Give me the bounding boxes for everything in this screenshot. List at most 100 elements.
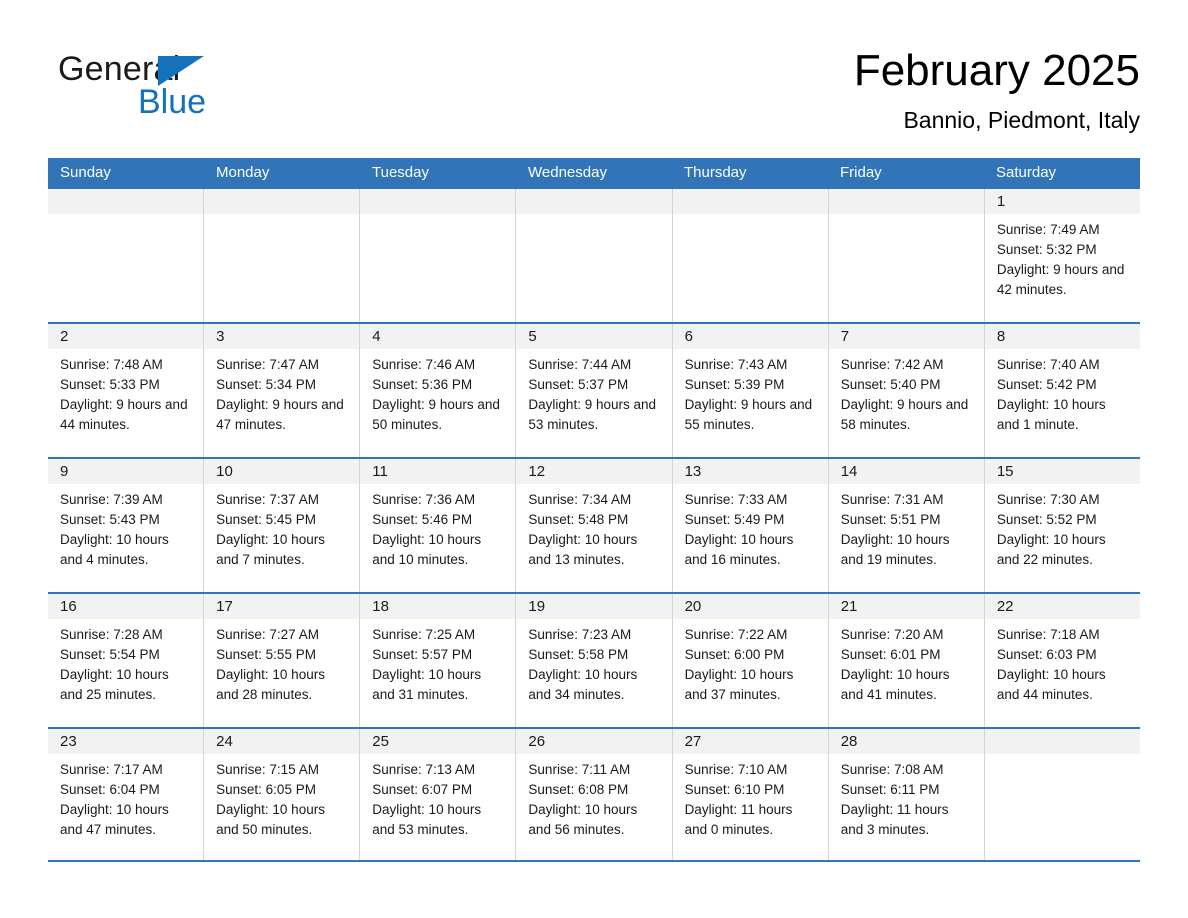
day-sun-info: Sunrise: 7:34 AM Sunset: 5:48 PM Daylight:… <box>516 484 671 570</box>
sunrise-text: Sunrise: 7:40 AM <box>996 357 1100 372</box>
daylight-text: Daylight: 10 hours and 1 minute. <box>996 397 1106 432</box>
day-sun-info: Sunrise: 7:36 AM Sunset: 5:46 PM Daylight:… <box>360 484 515 570</box>
calendar-day-cell[interactable]: 15 Sunrise: 7:30 AM Sunset: 5:52 PM Dayligh… <box>984 459 1140 592</box>
calendar-day-cell[interactable]: 25 Sunrise: 7:13 AM Sunset: 6:07 PM Dayligh… <box>360 729 517 860</box>
sunset-text: Sunset: 5:46 PM <box>372 512 473 527</box>
sunset-text: Sunset: 5:40 PM <box>840 377 941 392</box>
day-number-band <box>672 189 828 214</box>
calendar-day-cell[interactable]: 9 Sunrise: 7:39 AM Sunset: 5:43 PM Daylight… <box>48 459 205 592</box>
weekday-header-row: Sunday Monday Tuesday Wednesday Thursday… <box>48 158 1140 187</box>
day-number <box>673 193 685 210</box>
sunrise-text: Sunrise: 7:25 AM <box>372 627 476 642</box>
day-number-band: 28 <box>828 729 984 754</box>
day-sun-info: Sunrise: 7:23 AM Sunset: 5:58 PM Daylight:… <box>516 619 671 705</box>
sunset-text: Sunset: 5:57 PM <box>372 647 473 662</box>
calendar-day-cell[interactable]: 21 Sunrise: 7:20 AM Sunset: 6:01 PM Dayligh… <box>828 594 985 727</box>
calendar-day-cell[interactable]: 8 Sunrise: 7:40 AM Sunset: 5:42 PM Daylight… <box>984 324 1140 457</box>
sunrise-text: Sunrise: 7:18 AM <box>996 627 1100 642</box>
calendar-day-cell[interactable]: 14 Sunrise: 7:31 AM Sunset: 5:51 PM Dayligh… <box>828 459 985 592</box>
calendar-weeks: 1 Sunrise: 7:49 AM Sunset: 5:32 PM Daylight… <box>48 187 1140 862</box>
calendar-week-row: 16 Sunrise: 7:28 AM Sunset: 5:54 PM Dayligh… <box>48 592 1140 727</box>
day-number: 19 <box>528 598 546 615</box>
day-sun-info: Sunrise: 7:28 AM Sunset: 5:54 PM Daylight:… <box>48 619 203 705</box>
calendar-day-cell[interactable]: 2 Sunrise: 7:48 AM Sunset: 5:33 PM Daylight… <box>48 324 205 457</box>
day-number-band: 25 <box>360 729 516 754</box>
calendar-day-cell[interactable]: 20 Sunrise: 7:22 AM Sunset: 6:00 PM Dayligh… <box>672 594 829 727</box>
day-number-band: 22 <box>984 594 1140 619</box>
calendar-day-cell[interactable]: 7 Sunrise: 7:42 AM Sunset: 5:40 PM Daylight… <box>828 324 985 457</box>
daylight-text: Daylight: 10 hours and 25 minutes. <box>60 667 169 702</box>
sunrise-text: Sunrise: 7:44 AM <box>528 357 632 372</box>
daylight-text: Daylight: 10 hours and 53 minutes. <box>372 802 482 837</box>
day-number-band: 18 <box>360 594 516 619</box>
sunrise-text: Sunrise: 7:49 AM <box>996 222 1100 237</box>
daylight-text: Daylight: 9 hours and 58 minutes. <box>840 397 969 432</box>
day-number: 15 <box>996 463 1014 480</box>
day-number-band: 6 <box>672 324 828 349</box>
calendar-day-cell[interactable]: 22 Sunrise: 7:18 AM Sunset: 6:03 PM Dayligh… <box>984 594 1140 727</box>
weekday-header-wednesday: Wednesday <box>528 164 607 181</box>
calendar-page: General Blue February 2025 Bannio, Piedm… <box>0 0 1188 918</box>
calendar-day-cell[interactable]: 1 Sunrise: 7:49 AM Sunset: 5:32 PM Daylight… <box>984 189 1140 322</box>
day-number: 24 <box>216 733 233 750</box>
day-number: 22 <box>996 598 1014 615</box>
day-number-band: 21 <box>828 594 984 619</box>
daylight-text: Daylight: 10 hours and 41 minutes. <box>840 667 950 702</box>
calendar-day-cell[interactable]: 24 Sunrise: 7:15 AM Sunset: 6:05 PM Dayligh… <box>204 729 361 860</box>
day-number <box>204 193 216 210</box>
calendar-day-cell[interactable]: 23 Sunrise: 7:17 AM Sunset: 6:04 PM Dayligh… <box>48 729 205 860</box>
day-number: 9 <box>60 463 69 480</box>
calendar-week-row: 23 Sunrise: 7:17 AM Sunset: 6:04 PM Dayligh… <box>48 727 1140 862</box>
daylight-text: Daylight: 9 hours and 44 minutes. <box>60 397 188 432</box>
calendar-day-cell[interactable]: 13 Sunrise: 7:33 AM Sunset: 5:49 PM Dayligh… <box>672 459 829 592</box>
day-sun-info: Sunrise: 7:39 AM Sunset: 5:43 PM Daylight:… <box>48 484 203 570</box>
calendar-day-cell-empty <box>204 189 361 322</box>
calendar-day-cell[interactable]: 10 Sunrise: 7:37 AM Sunset: 5:45 PM Dayligh… <box>204 459 361 592</box>
calendar-day-cell[interactable]: 4 Sunrise: 7:46 AM Sunset: 5:36 PM Daylight… <box>360 324 517 457</box>
daylight-text: Daylight: 10 hours and 44 minutes. <box>996 667 1106 702</box>
calendar-day-cell[interactable]: 12 Sunrise: 7:34 AM Sunset: 5:48 PM Dayligh… <box>516 459 673 592</box>
sunset-text: Sunset: 5:55 PM <box>216 647 316 662</box>
calendar-day-cell[interactable]: 26 Sunrise: 7:11 AM Sunset: 6:08 PM Dayligh… <box>516 729 673 860</box>
day-number-band: 1 <box>984 189 1140 214</box>
day-sun-info: Sunrise: 7:08 AM Sunset: 6:11 PM Daylight:… <box>829 754 984 840</box>
daylight-text: Daylight: 9 hours and 42 minutes. <box>996 262 1125 297</box>
daylight-text: Daylight: 10 hours and 28 minutes. <box>216 667 325 702</box>
calendar-week-row: 2 Sunrise: 7:48 AM Sunset: 5:33 PM Daylight… <box>48 322 1140 457</box>
calendar-day-cell[interactable]: 17 Sunrise: 7:27 AM Sunset: 5:55 PM Dayligh… <box>204 594 361 727</box>
day-number-band <box>48 189 204 214</box>
day-sun-info: Sunrise: 7:44 AM Sunset: 5:37 PM Daylight:… <box>516 349 671 435</box>
sunrise-text: Sunrise: 7:36 AM <box>372 492 476 507</box>
daylight-text: Daylight: 9 hours and 55 minutes. <box>684 397 813 432</box>
calendar-day-cell[interactable]: 28 Sunrise: 7:08 AM Sunset: 6:11 PM Dayligh… <box>828 729 985 860</box>
sunrise-text: Sunrise: 7:10 AM <box>684 762 788 777</box>
calendar-day-cell[interactable]: 3 Sunrise: 7:47 AM Sunset: 5:34 PM Daylight… <box>204 324 361 457</box>
sunrise-text: Sunrise: 7:13 AM <box>372 762 476 777</box>
calendar-day-cell[interactable]: 5 Sunrise: 7:44 AM Sunset: 5:37 PM Daylight… <box>516 324 673 457</box>
daylight-text: Daylight: 10 hours and 7 minutes. <box>216 532 325 567</box>
day-number <box>360 193 372 210</box>
day-number <box>516 193 528 210</box>
day-number: 7 <box>840 328 850 345</box>
calendar-day-cell[interactable]: 16 Sunrise: 7:28 AM Sunset: 5:54 PM Dayligh… <box>48 594 205 727</box>
sunset-text: Sunset: 5:45 PM <box>216 512 316 527</box>
day-number-band: 12 <box>516 459 672 484</box>
calendar-day-cell[interactable]: 11 Sunrise: 7:36 AM Sunset: 5:46 PM Dayligh… <box>360 459 517 592</box>
day-sun-info: Sunrise: 7:49 AM Sunset: 5:32 PM Daylight:… <box>985 214 1140 300</box>
sunset-text: Sunset: 5:42 PM <box>996 377 1097 392</box>
day-sun-info: Sunrise: 7:46 AM Sunset: 5:36 PM Daylight:… <box>360 349 515 435</box>
day-number: 8 <box>996 328 1006 345</box>
calendar-day-cell[interactable]: 27 Sunrise: 7:10 AM Sunset: 6:10 PM Dayligh… <box>672 729 829 860</box>
day-number <box>829 193 841 210</box>
day-number: 12 <box>528 463 546 480</box>
sunset-text: Sunset: 5:58 PM <box>528 647 629 662</box>
generalblue-logo[interactable]: General Blue <box>58 50 258 126</box>
calendar-day-cell[interactable]: 6 Sunrise: 7:43 AM Sunset: 5:39 PM Daylight… <box>672 324 829 457</box>
day-sun-info: Sunrise: 7:43 AM Sunset: 5:39 PM Daylight:… <box>673 349 828 435</box>
day-sun-info: Sunrise: 7:27 AM Sunset: 5:55 PM Daylight:… <box>204 619 359 705</box>
weekday-header-thursday: Thursday <box>684 164 747 181</box>
daylight-text: Daylight: 10 hours and 31 minutes. <box>372 667 482 702</box>
sunset-text: Sunset: 6:03 PM <box>996 647 1097 662</box>
calendar-day-cell[interactable]: 19 Sunrise: 7:23 AM Sunset: 5:58 PM Dayligh… <box>516 594 673 727</box>
calendar-day-cell[interactable]: 18 Sunrise: 7:25 AM Sunset: 5:57 PM Dayligh… <box>360 594 517 727</box>
